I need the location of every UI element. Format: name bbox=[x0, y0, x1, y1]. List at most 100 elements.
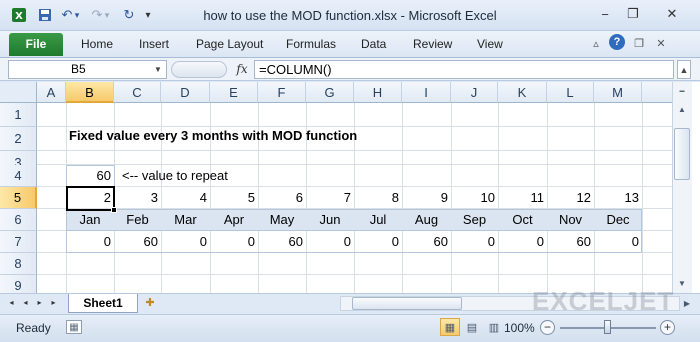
row-header-9[interactable]: 9 bbox=[0, 275, 37, 293]
tab-data[interactable]: Data bbox=[361, 33, 386, 56]
close-window-button[interactable]: ✕ bbox=[652, 4, 692, 24]
column-number-cell[interactable]: 3 bbox=[114, 187, 161, 209]
result-cell[interactable]: 0 bbox=[498, 231, 547, 253]
month-cell[interactable]: Jul bbox=[354, 209, 402, 231]
zoom-slider-knob[interactable] bbox=[604, 320, 611, 334]
column-header-e[interactable]: E bbox=[210, 82, 258, 103]
month-cell[interactable]: Jun bbox=[306, 209, 354, 231]
page-break-view-icon[interactable]: ▥ bbox=[484, 318, 504, 336]
month-cell[interactable]: Mar bbox=[161, 209, 210, 231]
formula-input[interactable]: =COLUMN() bbox=[254, 60, 674, 79]
insert-function-icon[interactable]: fx bbox=[233, 60, 251, 79]
month-cell[interactable]: Sep bbox=[451, 209, 498, 231]
zoom-out-button[interactable]: − bbox=[540, 320, 555, 335]
tab-insert[interactable]: Insert bbox=[139, 33, 169, 56]
column-header-h[interactable]: H bbox=[354, 82, 402, 103]
column-header-i[interactable]: I bbox=[402, 82, 451, 103]
scroll-right-icon[interactable]: ▶ bbox=[680, 296, 694, 311]
column-header-d[interactable]: D bbox=[161, 82, 210, 103]
result-cell[interactable]: 0 bbox=[210, 231, 258, 253]
name-box[interactable]: B5 bbox=[8, 60, 167, 79]
tab-page-layout[interactable]: Page Layout bbox=[196, 33, 263, 56]
result-cell[interactable]: 0 bbox=[594, 231, 642, 253]
month-cell[interactable]: Apr bbox=[210, 209, 258, 231]
page-layout-view-icon[interactable]: ▤ bbox=[462, 318, 482, 336]
help-icon[interactable]: ? bbox=[609, 34, 625, 50]
gridline bbox=[642, 103, 643, 293]
fill-handle[interactable] bbox=[111, 207, 117, 213]
month-cell[interactable]: Jan bbox=[66, 209, 114, 231]
result-cell[interactable]: 60 bbox=[258, 231, 306, 253]
minimize-window-button[interactable]: − bbox=[594, 4, 616, 24]
name-box-dropdown-icon[interactable]: ▼ bbox=[151, 60, 165, 79]
value-to-repeat-cell[interactable]: 60 bbox=[66, 165, 115, 187]
horizontal-scroll-thumb[interactable] bbox=[352, 297, 462, 310]
result-cell[interactable]: 60 bbox=[547, 231, 594, 253]
select-all-corner[interactable] bbox=[0, 82, 37, 103]
tab-view[interactable]: View bbox=[477, 33, 503, 56]
column-header-j[interactable]: J bbox=[451, 82, 498, 103]
column-header-g[interactable]: G bbox=[306, 82, 354, 103]
restore-window-button[interactable]: ❐ bbox=[622, 4, 644, 24]
result-cell[interactable]: 60 bbox=[402, 231, 451, 253]
minimize-ribbon-icon[interactable]: ▵ bbox=[588, 35, 604, 51]
zoom-level[interactable]: 100% bbox=[504, 318, 535, 338]
expand-formula-bar-icon[interactable]: ▲ bbox=[677, 60, 691, 79]
column-number-cell[interactable]: 10 bbox=[451, 187, 498, 209]
row-header-1[interactable]: 1 bbox=[0, 103, 37, 127]
column-header-f[interactable]: F bbox=[258, 82, 306, 103]
macro-record-icon[interactable]: ▦ bbox=[66, 320, 82, 334]
zoom-in-button[interactable]: + bbox=[660, 320, 675, 335]
month-cell[interactable]: Feb bbox=[114, 209, 161, 231]
column-number-cell[interactable]: 6 bbox=[258, 187, 306, 209]
column-header-k[interactable]: K bbox=[498, 82, 547, 103]
column-number-cell[interactable]: 13 bbox=[594, 187, 642, 209]
vertical-scroll-thumb[interactable] bbox=[674, 128, 690, 180]
month-cell[interactable]: May bbox=[258, 209, 306, 231]
result-cell[interactable]: 60 bbox=[114, 231, 161, 253]
column-number-cell[interactable]: 11 bbox=[498, 187, 547, 209]
first-sheet-icon[interactable]: ◂ bbox=[6, 296, 17, 310]
scroll-split-icon[interactable]: ━ bbox=[673, 84, 691, 100]
next-sheet-icon[interactable]: ▸ bbox=[34, 296, 45, 310]
previous-sheet-icon[interactable]: ◂ bbox=[20, 296, 31, 310]
insert-sheet-icon[interactable]: ✚ bbox=[142, 296, 158, 310]
column-number-cell[interactable]: 4 bbox=[161, 187, 210, 209]
row-header-8[interactable]: 8 bbox=[0, 253, 37, 275]
column-header-c[interactable]: C bbox=[114, 82, 161, 103]
row-header-2[interactable]: 2 bbox=[0, 127, 37, 151]
result-cell[interactable]: 0 bbox=[66, 231, 114, 253]
result-cell[interactable]: 0 bbox=[306, 231, 354, 253]
column-header-m[interactable]: M bbox=[594, 82, 642, 103]
scroll-up-icon[interactable]: ▲ bbox=[673, 102, 691, 118]
column-header-l[interactable]: L bbox=[547, 82, 594, 103]
column-number-cell[interactable]: 12 bbox=[547, 187, 594, 209]
last-sheet-icon[interactable]: ▸ bbox=[48, 296, 59, 310]
normal-view-icon[interactable]: ▦ bbox=[440, 318, 460, 336]
result-cell[interactable]: 0 bbox=[354, 231, 402, 253]
formula-bar-divider bbox=[171, 61, 227, 78]
workbook-restore-icon[interactable]: ❐ bbox=[631, 35, 647, 51]
tab-formulas[interactable]: Formulas bbox=[286, 33, 336, 56]
row-header-6[interactable]: 6 bbox=[0, 209, 37, 231]
row-header-7[interactable]: 7 bbox=[0, 231, 37, 253]
column-number-cell[interactable]: 8 bbox=[354, 187, 402, 209]
column-number-cell[interactable]: 5 bbox=[210, 187, 258, 209]
month-cell[interactable]: Nov bbox=[547, 209, 594, 231]
column-number-cell[interactable]: 9 bbox=[402, 187, 451, 209]
tab-home[interactable]: Home bbox=[81, 33, 113, 56]
row-header-4[interactable]: 4 bbox=[0, 165, 37, 187]
month-cell[interactable]: Dec bbox=[594, 209, 642, 231]
column-header-b[interactable]: B bbox=[66, 82, 114, 103]
sheet-tab-sheet1[interactable]: Sheet1 bbox=[68, 294, 138, 313]
column-number-cell[interactable]: 7 bbox=[306, 187, 354, 209]
file-tab[interactable]: File bbox=[9, 33, 63, 56]
row-header-5[interactable]: 5 bbox=[0, 187, 37, 209]
month-cell[interactable]: Aug bbox=[402, 209, 451, 231]
month-cell[interactable]: Oct bbox=[498, 209, 547, 231]
workbook-close-icon[interactable]: ✕ bbox=[653, 35, 669, 51]
column-header-a[interactable]: A bbox=[37, 82, 66, 103]
tab-review[interactable]: Review bbox=[413, 33, 452, 56]
result-cell[interactable]: 0 bbox=[451, 231, 498, 253]
result-cell[interactable]: 0 bbox=[161, 231, 210, 253]
